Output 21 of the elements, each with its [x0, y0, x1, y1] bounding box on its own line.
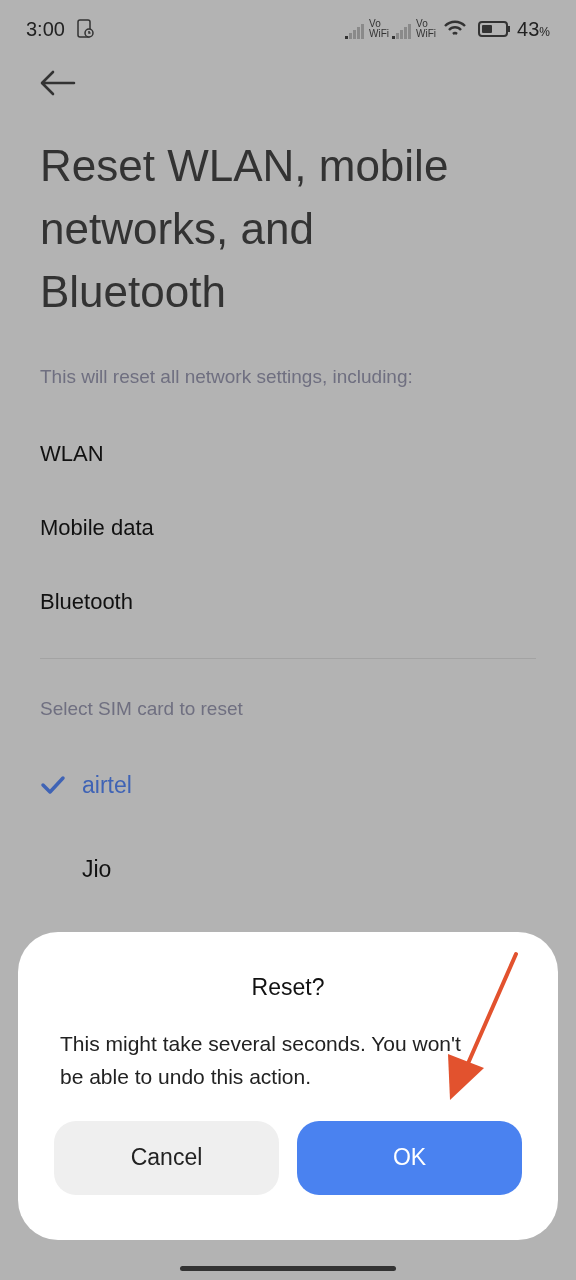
- setting-item: Mobile data: [40, 514, 155, 542]
- wifi-icon: [443, 20, 468, 38]
- phone-clock-icon: [76, 19, 95, 39]
- sim-option[interactable]: Jio: [40, 827, 536, 911]
- ok-button[interactable]: OK: [297, 1120, 522, 1195]
- sim-section-label: Select SIM card to reset: [40, 696, 244, 721]
- clock: 3:00: [26, 17, 65, 42]
- back-button[interactable]: [40, 70, 76, 96]
- page-title: Reset WLAN, mobile networks, and Bluetooth: [40, 140, 450, 318]
- setting-item: WLAN: [40, 440, 105, 468]
- setting-item: Bluetooth: [40, 588, 134, 616]
- vowifi-label: Vo WiFi: [416, 19, 437, 39]
- back-arrow-icon: [40, 70, 76, 96]
- check-icon: [40, 775, 66, 795]
- cancel-button[interactable]: Cancel: [54, 1120, 279, 1195]
- dialog-message: This might take several seconds. You won't be able to undo this action.: [59, 1030, 462, 1090]
- battery-percent: 43%: [517, 17, 550, 42]
- description-text: This will reset all network settings, including:: [40, 365, 414, 389]
- dialog-title: Reset?: [250, 973, 326, 1002]
- vowifi-label: Vo WiFi: [369, 19, 390, 39]
- battery-icon: [478, 21, 511, 37]
